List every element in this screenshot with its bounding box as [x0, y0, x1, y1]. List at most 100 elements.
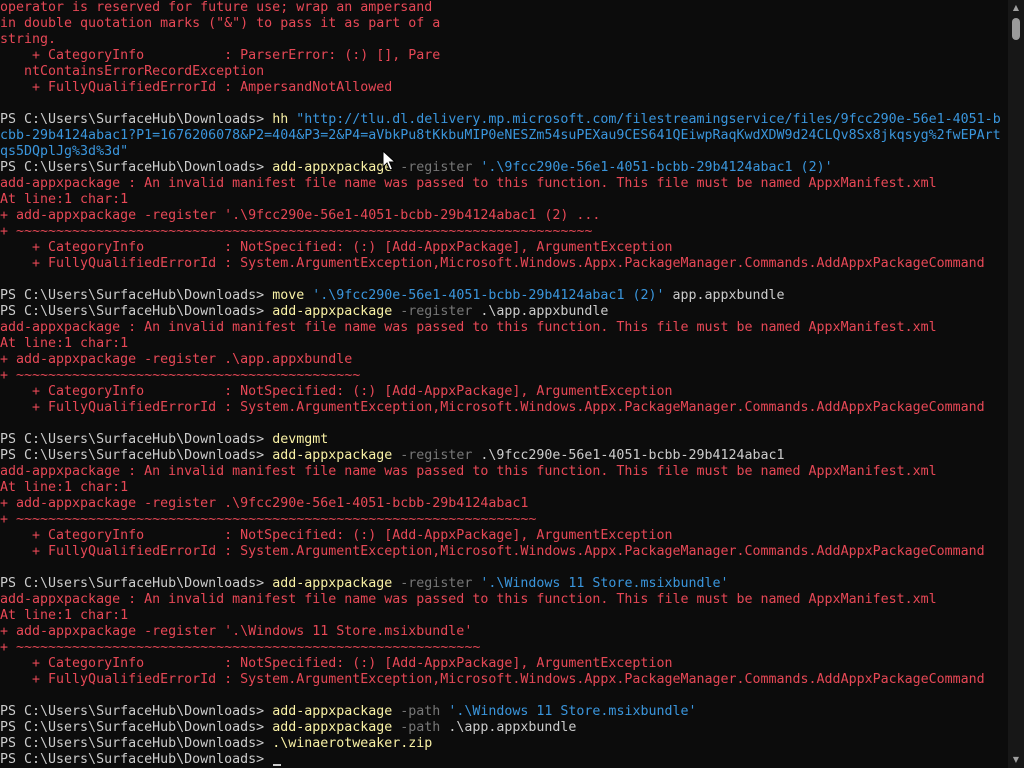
text-normal: PS C:\Users\SurfaceHub\Downloads>: [0, 704, 273, 719]
powershell-console[interactable]: operator is reserved for future use; wra…: [0, 0, 1008, 768]
console-line: PS C:\Users\SurfaceHub\Downloads> devmgm…: [0, 432, 1001, 448]
text-error: add-appxpackage : An invalid manifest fi…: [0, 320, 937, 335]
console-line: PS C:\Users\SurfaceHub\Downloads> add-ap…: [0, 160, 1001, 176]
text-error: + CategoryInfo : NotSpecified: (:) [Add-…: [0, 384, 673, 399]
text-normal: PS C:\Users\SurfaceHub\Downloads>: [0, 720, 273, 735]
text-error: At line:1 char:1: [0, 608, 129, 623]
console-line: + add-appxpackage -register .\app.appxbu…: [0, 352, 1001, 368]
text-error: + ~~~~~~~~~~~~~~~~~~~~~~~~~~~~~~~~~~~~~~…: [0, 224, 593, 239]
console-line: + FullyQualifiedErrorId : System.Argumen…: [0, 256, 1001, 272]
console-line: At line:1 char:1: [0, 192, 1001, 208]
text-string: '.\Windows 11 Store.msixbundle': [448, 704, 697, 719]
console-line: + CategoryInfo : ParserError: (:) [], Pa…: [0, 48, 1001, 64]
text-parameter: -register: [392, 448, 481, 463]
console-output: operator is reserved for future use; wra…: [0, 0, 1001, 768]
console-line: qs5DQplJg%3d%3d": [0, 144, 1001, 160]
text-command: add-appxpackage: [272, 448, 393, 463]
scrollbar-thumb[interactable]: [1012, 18, 1020, 40]
console-line: ntContainsErrorRecordException: [0, 64, 1001, 80]
text-normal: .\app.appxbundle: [448, 720, 577, 735]
console-line: + FullyQualifiedErrorId : System.Argumen…: [0, 400, 1001, 416]
text-parameter: -path: [392, 720, 449, 735]
text-error: + CategoryInfo : NotSpecified: (:) [Add-…: [0, 528, 673, 543]
console-line: + FullyQualifiedErrorId : System.Argumen…: [0, 544, 1001, 560]
console-line: + ~~~~~~~~~~~~~~~~~~~~~~~~~~~~~~~~~~~~~~…: [0, 224, 1001, 240]
text-command: move: [272, 288, 305, 303]
console-line: string.: [0, 32, 1001, 48]
vertical-scrollbar[interactable]: ▲ ▼: [1008, 0, 1024, 768]
console-line: + add-appxpackage -register .\9fcc290e-5…: [0, 496, 1001, 512]
text-normal: PS C:\Users\SurfaceHub\Downloads>: [0, 448, 273, 463]
text-error: in double quotation marks ("&") to pass …: [0, 16, 441, 31]
text-string: '.\9fcc290e-56e1-4051-bcbb-29b4124abac1 …: [312, 288, 665, 303]
text-normal: .\9fcc290e-56e1-4051-bcbb-29b4124abac1: [480, 448, 785, 463]
text-cursor: [273, 764, 282, 766]
text-normal: PS C:\Users\SurfaceHub\Downloads>: [0, 304, 273, 319]
console-line: add-appxpackage : An invalid manifest fi…: [0, 176, 1001, 192]
console-line: PS C:\Users\SurfaceHub\Downloads> add-ap…: [0, 720, 1001, 736]
text-normal: PS C:\Users\SurfaceHub\Downloads>: [0, 432, 273, 447]
console-line: in double quotation marks ("&") to pass …: [0, 16, 1001, 32]
console-line: + CategoryInfo : NotSpecified: (:) [Add-…: [0, 384, 1001, 400]
text-error: + ~~~~~~~~~~~~~~~~~~~~~~~~~~~~~~~~~~~~~~…: [0, 640, 481, 655]
mouse-pointer-icon: [382, 150, 396, 171]
console-line: PS C:\Users\SurfaceHub\Downloads> add-ap…: [0, 304, 1001, 320]
text-command: devmgmt: [272, 432, 329, 447]
console-line: + FullyQualifiedErrorId : AmpersandNotAl…: [0, 80, 1001, 96]
text-command: add-appxpackage: [272, 720, 393, 735]
scroll-down-arrow-icon[interactable]: ▼: [1008, 752, 1024, 768]
text-error: + add-appxpackage -register '.\Windows 1…: [0, 624, 473, 639]
scroll-up-arrow-icon[interactable]: ▲: [1008, 0, 1024, 16]
text-error: + FullyQualifiedErrorId : System.Argumen…: [0, 256, 985, 271]
console-line: PS C:\Users\SurfaceHub\Downloads> add-ap…: [0, 448, 1001, 464]
text-string: "http://tlu.dl.delivery.mp.microsoft.com…: [296, 112, 1001, 127]
text-normal: PS C:\Users\SurfaceHub\Downloads>: [0, 752, 273, 767]
console-line: + ~~~~~~~~~~~~~~~~~~~~~~~~~~~~~~~~~~~~~~…: [0, 640, 1001, 656]
text-normal: PS C:\Users\SurfaceHub\Downloads>: [0, 112, 273, 127]
console-line: + ~~~~~~~~~~~~~~~~~~~~~~~~~~~~~~~~~~~~~~…: [0, 368, 1001, 384]
text-error: + CategoryInfo : ParserError: (:) [], Pa…: [0, 48, 441, 63]
text-error: add-appxpackage : An invalid manifest fi…: [0, 592, 937, 607]
console-line: PS C:\Users\SurfaceHub\Downloads> move '…: [0, 288, 1001, 304]
console-line: PS C:\Users\SurfaceHub\Downloads> add-ap…: [0, 704, 1001, 720]
console-line: At line:1 char:1: [0, 608, 1001, 624]
text-normal: PS C:\Users\SurfaceHub\Downloads>: [0, 160, 273, 175]
text-string: '.\9fcc290e-56e1-4051-bcbb-29b4124abac1 …: [480, 160, 833, 175]
console-line: cbb-29b4124abac1?P1=1676206078&P2=404&P3…: [0, 128, 1001, 144]
text-command: add-appxpackage: [272, 704, 393, 719]
text-error: At line:1 char:1: [0, 480, 129, 495]
console-line: add-appxpackage : An invalid manifest fi…: [0, 320, 1001, 336]
text-command: add-appxpackage: [272, 160, 393, 175]
text-error: + CategoryInfo : NotSpecified: (:) [Add-…: [0, 656, 673, 671]
console-line: PS C:\Users\SurfaceHub\Downloads> hh "ht…: [0, 112, 1001, 128]
text-normal: PS C:\Users\SurfaceHub\Downloads>: [0, 576, 273, 591]
text-error: + FullyQualifiedErrorId : System.Argumen…: [0, 672, 985, 687]
text-error: + ~~~~~~~~~~~~~~~~~~~~~~~~~~~~~~~~~~~~~~…: [0, 368, 361, 383]
text-error: + FullyQualifiedErrorId : AmpersandNotAl…: [0, 80, 393, 95]
text-command: add-appxpackage: [272, 576, 393, 591]
text-command: hh: [272, 112, 289, 127]
text-error: At line:1 char:1: [0, 336, 129, 351]
console-line: + add-appxpackage -register '.\9fcc290e-…: [0, 208, 1001, 224]
text-parameter: -register: [392, 304, 481, 319]
text-error: At line:1 char:1: [0, 192, 129, 207]
console-line: add-appxpackage : An invalid manifest fi…: [0, 592, 1001, 608]
text-error: + add-appxpackage -register .\9fcc290e-5…: [0, 496, 529, 511]
text-command: add-appxpackage: [272, 304, 393, 319]
text-error: + ~~~~~~~~~~~~~~~~~~~~~~~~~~~~~~~~~~~~~~…: [0, 512, 537, 527]
text-normal: .\app.appxbundle: [480, 304, 609, 319]
text-error: add-appxpackage : An invalid manifest fi…: [0, 176, 937, 191]
text-error: string.: [0, 32, 57, 47]
text-string: qs5DQplJg%3d%3d": [0, 144, 129, 159]
console-line: operator is reserved for future use; wra…: [0, 0, 1001, 16]
console-line: PS C:\Users\SurfaceHub\Downloads>: [0, 752, 1001, 768]
text-error: add-appxpackage : An invalid manifest fi…: [0, 464, 937, 479]
console-line: + ~~~~~~~~~~~~~~~~~~~~~~~~~~~~~~~~~~~~~~…: [0, 512, 1001, 528]
text-string: cbb-29b4124abac1?P1=1676206078&P2=404&P3…: [0, 128, 1001, 143]
text-error: + FullyQualifiedErrorId : System.Argumen…: [0, 544, 985, 559]
text-command: .\winaerotweaker.zip: [272, 736, 433, 751]
